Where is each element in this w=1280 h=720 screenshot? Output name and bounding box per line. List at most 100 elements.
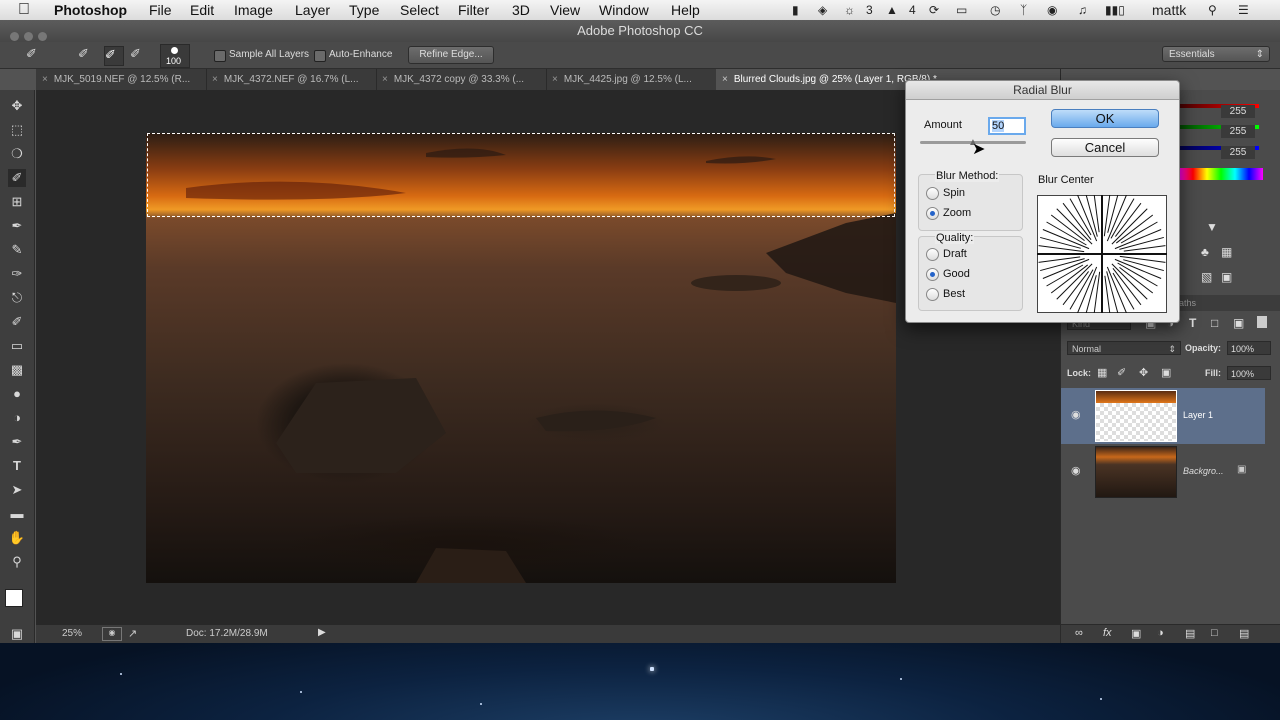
menu-layer[interactable]: Layer [295, 1, 330, 19]
quick-mask-icon[interactable]: ▣ [8, 625, 26, 643]
lock-all-icon[interactable]: ▣ [1161, 366, 1171, 379]
close-icon[interactable]: × [206, 74, 224, 85]
adobe-icon[interactable]: ▲ [886, 2, 898, 18]
share-icon[interactable]: ↗ [128, 627, 137, 640]
history-brush-tool-icon[interactable]: ✐ [8, 313, 26, 331]
user-name[interactable]: mattk [1152, 2, 1186, 18]
tab-document[interactable]: × MJK_4425.jpg @ 12.5% (L... [546, 69, 717, 90]
menu-help[interactable]: Help [671, 1, 700, 19]
move-tool-icon[interactable]: ✥ [8, 97, 26, 115]
menu-3d[interactable]: 3D [512, 1, 530, 19]
zoom-radio[interactable] [926, 207, 939, 220]
lock-position-icon[interactable]: ✥ [1139, 366, 1148, 379]
color-spectrum-ramp[interactable] [1179, 168, 1263, 180]
subtract-selection-icon[interactable]: ✐ [130, 46, 148, 64]
quick-selection-preset-icon[interactable]: ✐ [26, 46, 44, 64]
layer-name[interactable]: Backgro... [1183, 466, 1224, 476]
airplay-icon[interactable]: ▭ [956, 2, 967, 18]
color-balance-icon[interactable]: ♣ [1201, 245, 1209, 259]
rectangle-tool-icon[interactable]: ▬ [8, 505, 26, 523]
zoom-tool-icon[interactable]: ⚲ [8, 553, 26, 571]
spin-radio[interactable] [926, 187, 939, 200]
spotlight-search-icon[interactable]: ⚲ [1208, 2, 1217, 18]
quick-selection-tool-icon[interactable]: ✐ [8, 169, 26, 187]
battery-icon[interactable]: ▮▮▯ [1105, 2, 1125, 18]
menu-filter[interactable]: Filter [458, 1, 489, 19]
amount-input[interactable]: 50 [988, 117, 1026, 135]
menu-view[interactable]: View [550, 1, 580, 19]
close-icon[interactable]: × [376, 74, 394, 85]
cancel-button[interactable]: Cancel [1051, 138, 1159, 157]
auto-enhance-checkbox[interactable] [314, 50, 326, 62]
marquee-tool-icon[interactable]: ⬚ [8, 121, 26, 139]
green-value[interactable]: 255 [1221, 125, 1255, 138]
selection-marquee[interactable] [147, 133, 895, 217]
add-mask-icon[interactable]: ▣ [1131, 627, 1141, 640]
blur-tool-icon[interactable]: ● [8, 385, 26, 403]
blur-center-preview[interactable] [1037, 195, 1167, 313]
healing-brush-tool-icon[interactable]: ✎ [8, 241, 26, 259]
sample-all-layers-checkbox[interactable] [214, 50, 226, 62]
lasso-tool-icon[interactable]: ❍ [8, 145, 26, 163]
type-tool-icon[interactable]: T [8, 457, 26, 475]
fill-input[interactable]: 100% [1227, 366, 1271, 380]
ok-button[interactable]: OK [1051, 109, 1159, 128]
dodge-tool-icon[interactable]: ◑ [8, 409, 26, 427]
blend-mode-select[interactable]: Normal ⇕ [1067, 341, 1181, 355]
blue-value[interactable]: 255 [1221, 146, 1255, 159]
creative-cloud-icon[interactable]: ☼ [844, 2, 855, 18]
adjustment-icon[interactable]: ▼ [1206, 220, 1218, 234]
status-menu-arrow-icon[interactable]: ▶ [318, 627, 326, 638]
best-radio[interactable] [926, 288, 939, 301]
filter-smart-object-icon[interactable]: ▣ [1233, 316, 1244, 330]
apple-icon[interactable]:  [18, 1, 30, 19]
menu-image[interactable]: Image [234, 1, 273, 19]
layer-name[interactable]: Layer 1 [1183, 410, 1213, 420]
new-layer-icon[interactable]: □ [1211, 627, 1218, 639]
refine-edge-button[interactable]: Refine Edge... [408, 46, 494, 64]
menu-file[interactable]: File [149, 1, 172, 19]
invert-icon[interactable]: ▧ [1201, 270, 1212, 284]
notification-center-icon[interactable]: ☰ [1238, 2, 1249, 18]
clone-stamp-tool-icon[interactable]: ⎋ [8, 289, 26, 307]
close-icon[interactable]: × [716, 74, 734, 85]
evernote-icon[interactable]: ◈ [818, 2, 827, 18]
good-radio[interactable] [926, 268, 939, 281]
red-value[interactable]: 255 [1221, 105, 1255, 118]
lock-transparent-icon[interactable]: ▦ [1097, 366, 1107, 379]
eye-icon[interactable]: ◉ [1071, 408, 1081, 421]
menu-window[interactable]: Window [599, 1, 649, 19]
menu-app-name[interactable]: Photoshop [54, 1, 127, 19]
opacity-input[interactable]: 100% [1227, 341, 1271, 355]
eraser-tool-icon[interactable]: ▭ [8, 337, 26, 355]
new-selection-icon[interactable]: ✐ [78, 46, 96, 64]
link-layers-icon[interactable]: ∞ [1075, 627, 1083, 639]
filter-shape-icon[interactable]: □ [1211, 316, 1218, 330]
brush-tool-icon[interactable]: ✑ [8, 265, 26, 283]
time-machine-icon[interactable]: ◷ [990, 2, 1000, 18]
facetime-icon[interactable]: ▮ [792, 2, 799, 18]
crop-tool-icon[interactable]: ⊞ [8, 193, 26, 211]
workspace-select[interactable]: Essentials ⇕ [1162, 46, 1270, 62]
bluetooth-icon[interactable]: ᛉ [1020, 2, 1027, 18]
wifi-icon[interactable]: ◉ [1047, 2, 1057, 18]
sync-icon[interactable]: ⟳ [929, 2, 939, 18]
menu-edit[interactable]: Edit [190, 1, 214, 19]
threshold-icon[interactable]: ▣ [1221, 270, 1232, 284]
filter-type-icon[interactable]: T [1189, 316, 1196, 330]
brush-size-picker[interactable]: 100 [160, 44, 190, 68]
tab-document[interactable]: × MJK_5019.NEF @ 12.5% (R... [36, 69, 207, 90]
trash-icon[interactable]: ▤ [1239, 627, 1249, 640]
eyedropper-tool-icon[interactable]: ✒ [8, 217, 26, 235]
grid-icon[interactable]: ▦ [1221, 245, 1232, 259]
tab-document[interactable]: × MJK_4372 copy @ 33.3% (... [376, 69, 547, 90]
lock-image-icon[interactable]: ✐ [1117, 366, 1126, 379]
foreground-color-swatch[interactable] [5, 589, 23, 607]
close-icon[interactable]: × [36, 74, 54, 85]
adjustment-layer-icon[interactable]: ◑ [1157, 627, 1164, 639]
layer-row[interactable]: ◉ Backgro... ▣ [1061, 444, 1265, 500]
menu-select[interactable]: Select [400, 1, 439, 19]
menu-type[interactable]: Type [349, 1, 379, 19]
volume-icon[interactable]: ♫ [1078, 2, 1087, 18]
eye-icon[interactable]: ◉ [1071, 464, 1081, 477]
